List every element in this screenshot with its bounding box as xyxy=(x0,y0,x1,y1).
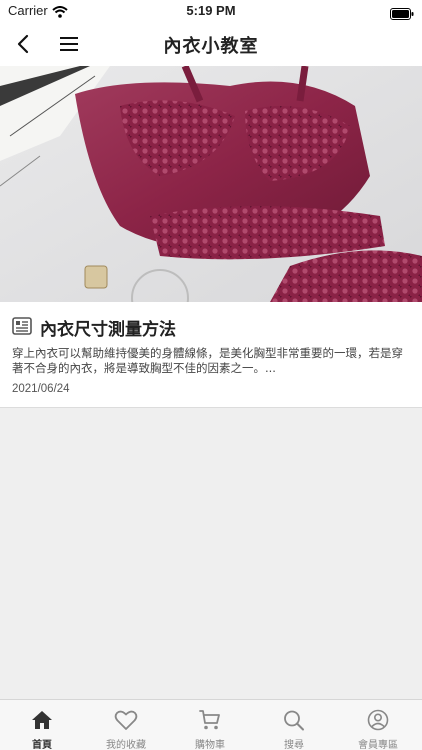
burgundy-lace-bra-photo xyxy=(0,66,422,302)
status-time: 5:19 PM xyxy=(186,3,236,18)
tab-home-label: 首頁 xyxy=(32,740,52,750)
article-card[interactable]: 內衣尺寸測量方法 穿上內衣可以幫助維持優美的身體線條，是美化胸型非常重要的一環，… xyxy=(0,66,422,408)
tab-favorites-label: 我的收藏 xyxy=(106,740,146,750)
search-icon xyxy=(282,709,306,731)
tab-search[interactable]: 搜尋 xyxy=(252,700,336,750)
home-icon xyxy=(30,709,54,731)
tab-home[interactable]: 首頁 xyxy=(0,700,84,750)
cart-icon xyxy=(198,709,222,731)
tab-search-label: 搜尋 xyxy=(284,740,304,750)
tab-member[interactable]: 會員專區 xyxy=(336,700,420,750)
tab-member-label: 會員專區 xyxy=(358,740,398,750)
heart-icon xyxy=(114,709,138,731)
article-image[interactable] xyxy=(0,66,422,302)
tab-favorites[interactable]: 我的收藏 xyxy=(84,700,168,750)
bottom-tab-bar: 首頁 我的收藏 購物車 搜尋 會員專區 xyxy=(0,699,422,750)
article-excerpt: 穿上內衣可以幫助維持優美的身體線條，是美化胸型非常重要的一環，若是穿著不合身的內… xyxy=(12,346,403,375)
navigation-bar: 內衣小教室 xyxy=(0,22,422,66)
status-bar: Carrier 5:19 PM xyxy=(0,0,422,22)
user-circle-icon xyxy=(366,709,390,731)
page-title: 內衣小教室 xyxy=(163,36,259,57)
document-icon xyxy=(12,317,32,339)
article-title-row[interactable]: 內衣尺寸測量方法 xyxy=(12,315,410,340)
tab-cart-label: 購物車 xyxy=(195,740,225,750)
article-date: 2021/06/24 xyxy=(12,383,70,395)
tab-cart[interactable]: 購物車 xyxy=(168,700,252,750)
article-title[interactable]: 內衣尺寸測量方法 xyxy=(40,315,176,340)
